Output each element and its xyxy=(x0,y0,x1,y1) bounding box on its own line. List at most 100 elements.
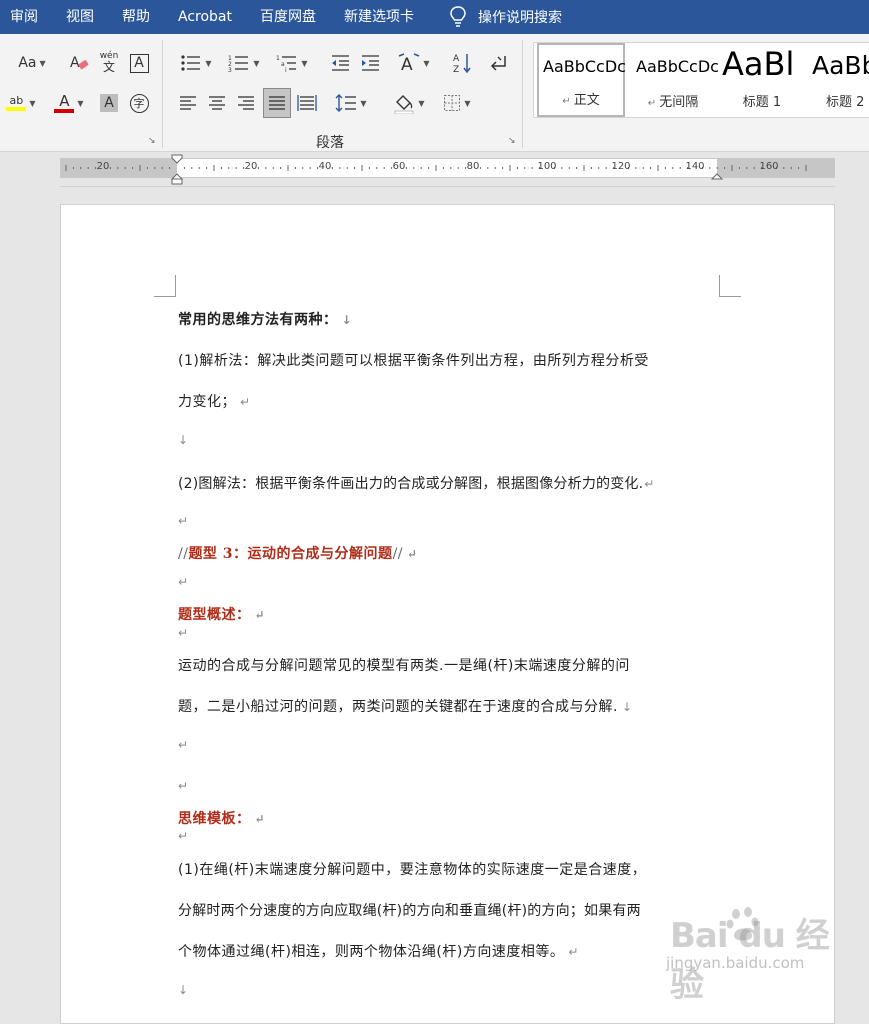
phonetic-guide-button[interactable]: wén 文 xyxy=(98,50,120,76)
character-shading-icon: A xyxy=(100,94,118,112)
style-normal[interactable]: AaBbCcDc ↵ 正文 xyxy=(537,43,626,117)
section-heading[interactable]: 题型概述： ↵ xyxy=(178,604,265,624)
paragraph-mark-icon xyxy=(490,56,506,71)
align-center-icon xyxy=(209,96,225,110)
ruler-divider xyxy=(60,186,835,187)
style-preview: AaBbCcDc xyxy=(543,57,626,76)
group-separator xyxy=(522,40,523,148)
right-indent-marker[interactable] xyxy=(710,173,724,180)
paragraph[interactable]: ↓ xyxy=(178,432,189,448)
style-heading-1[interactable]: AaBl 标题 1 xyxy=(718,43,806,117)
paragraph[interactable]: (2)图解法：根据平衡条件画出力的合成或分解图，根据图像分析力的变化.↵ xyxy=(178,473,655,493)
section-heading[interactable]: 思维模板： ↵ xyxy=(178,808,265,828)
change-case-icon: Aa xyxy=(18,55,37,71)
tab-help[interactable]: 帮助 xyxy=(108,0,164,34)
svg-text:i: i xyxy=(285,67,287,73)
left-indent-marker[interactable] xyxy=(171,178,183,185)
enclose-characters-button[interactable]: 字 xyxy=(128,90,150,116)
paragraph[interactable]: ↵ xyxy=(178,778,189,794)
clear-formatting-button[interactable]: A xyxy=(68,50,92,76)
paragraph[interactable]: 分解时两个分速度的方向应取绳(杆)的方向和垂直绳(杆)的方向；如果有两 xyxy=(178,900,645,920)
chinese-layout-icon: A xyxy=(399,53,420,73)
paragraph-dialog-launcher[interactable]: ↘ xyxy=(508,136,518,146)
style-preview: AaBbCcDc xyxy=(636,57,719,76)
group-separator xyxy=(162,40,163,148)
align-right-button[interactable] xyxy=(234,90,258,116)
paragraph[interactable]: (1)在绳(杆)末端速度分解问题中，要注意物体的实际速度一定是合速度， xyxy=(178,859,650,879)
paragraph[interactable]: ↵ xyxy=(178,625,189,641)
tab-acrobat[interactable]: Acrobat xyxy=(164,0,246,34)
numbering-button[interactable]: 123 ▼ xyxy=(224,50,264,76)
svg-text:A: A xyxy=(453,54,460,64)
chinese-layout-button[interactable]: A ▼ xyxy=(394,50,434,76)
paragraph[interactable]: ↵ xyxy=(178,574,189,590)
align-left-icon xyxy=(180,96,196,110)
borders-button[interactable]: ▼ xyxy=(436,90,478,116)
paragraph[interactable]: 运动的合成与分解问题常见的模型有两类.一是绳(杆)末端速度分解的问 xyxy=(178,655,634,675)
font-dialog-launcher[interactable]: ↘ xyxy=(148,136,158,146)
phonetic-bottom-label: 文 xyxy=(102,60,115,74)
change-case-button[interactable]: Aa ▼ xyxy=(12,50,52,76)
line-spacing-button[interactable]: ▼ xyxy=(331,90,371,116)
text-highlight-button[interactable]: ab ▼ xyxy=(0,90,42,116)
paragraph[interactable]: (1)解析法：解决此类问题可以根据平衡条件列出方程，由所列方程分析受 xyxy=(178,350,653,370)
shading-button[interactable]: ▼ xyxy=(388,90,430,116)
paragraph[interactable]: 个物体通过绳(杆)相连，则两个物体沿绳(杆)方向速度相等。 ↵ xyxy=(178,941,579,961)
paragraph[interactable]: ↓ xyxy=(178,982,189,998)
crop-mark-top-right xyxy=(719,275,741,297)
ruler-label: 120 xyxy=(611,161,631,172)
justify-button[interactable] xyxy=(263,88,291,118)
increase-indent-button[interactable] xyxy=(358,50,382,76)
font-color-bar xyxy=(54,109,75,113)
align-center-button[interactable] xyxy=(205,90,229,116)
horizontal-ruler[interactable]: 20 20 40 60 80 100 120 140 160 xyxy=(60,154,835,185)
crop-mark-top-left xyxy=(154,275,176,297)
document-area: 常用的思维方法有两种： ↓ (1)解析法：解决此类问题可以根据平衡条件列出方程，由… xyxy=(0,190,869,1024)
ruler-label: 60 xyxy=(392,161,406,172)
paragraph[interactable]: 力变化； ↵ xyxy=(178,391,251,411)
sort-icon: A Z xyxy=(453,54,471,74)
font-color-label: A xyxy=(59,92,70,110)
character-border-button[interactable]: A xyxy=(128,50,150,76)
align-left-button[interactable] xyxy=(176,90,200,116)
tab-view[interactable]: 视图 xyxy=(52,0,108,34)
decrease-indent-button[interactable] xyxy=(328,50,352,76)
enclose-characters-icon: 字 xyxy=(129,93,149,113)
line-spacing-icon xyxy=(335,94,357,112)
style-name: ↵ 无间隔 xyxy=(647,95,699,110)
paragraph[interactable]: ↵ xyxy=(178,513,189,529)
watermark-sub: jingyan.baidu.com xyxy=(666,954,805,972)
style-heading-2[interactable]: AaBb 标题 2 xyxy=(806,43,869,117)
tell-me-search[interactable]: 操作说明搜索 xyxy=(428,6,562,28)
svg-text:A: A xyxy=(401,55,413,73)
hanging-indent-marker[interactable] xyxy=(170,173,184,180)
ruler-label: 100 xyxy=(537,161,557,172)
distributed-button[interactable] xyxy=(295,90,319,116)
font-color-button[interactable]: A ▼ xyxy=(48,90,90,116)
style-no-spacing[interactable]: AaBbCcDc ↵ 无间隔 xyxy=(628,43,719,117)
paint-bucket-icon xyxy=(395,95,414,114)
show-hide-marks-button[interactable] xyxy=(486,50,510,76)
tab-new-tab[interactable]: 新建选项卡 xyxy=(330,0,428,34)
paragraph[interactable]: ↵ xyxy=(178,828,189,844)
styles-gallery: AaBbCcDc ↵ 正文 AaBbCcDc ↵ 无间隔 AaBl 标题 1 A… xyxy=(533,42,869,118)
character-shading-button[interactable]: A xyxy=(98,90,120,116)
style-preview: AaBb xyxy=(812,51,869,80)
paragraph[interactable]: 题，二是小船过河的问题，两类问题的关键都在于速度的合成与分解. ↓ xyxy=(178,696,633,716)
first-line-indent-marker[interactable] xyxy=(171,154,183,164)
ruler-label: 20 xyxy=(96,161,110,172)
bullets-button[interactable]: ▼ xyxy=(176,50,216,76)
tab-baidu-netdisk[interactable]: 百度网盘 xyxy=(246,0,330,34)
distributed-icon xyxy=(297,95,317,111)
paragraph[interactable]: 常用的思维方法有两种： ↓ xyxy=(178,309,352,329)
highlight-icon: ab xyxy=(6,95,27,111)
sort-button[interactable]: A Z xyxy=(450,50,474,76)
tab-review[interactable]: 审阅 xyxy=(0,0,52,34)
svg-text:3: 3 xyxy=(228,67,232,73)
paragraph[interactable]: ↵ xyxy=(178,737,189,753)
font-color-icon: A xyxy=(54,92,75,113)
multilevel-list-button[interactable]: 1ai ▼ xyxy=(272,50,312,76)
section-heading[interactable]: //题型 3：运动的合成与分解问题//↵ xyxy=(178,543,418,563)
svg-text:Z: Z xyxy=(453,65,459,74)
multilevel-list-icon: 1ai xyxy=(276,55,297,73)
